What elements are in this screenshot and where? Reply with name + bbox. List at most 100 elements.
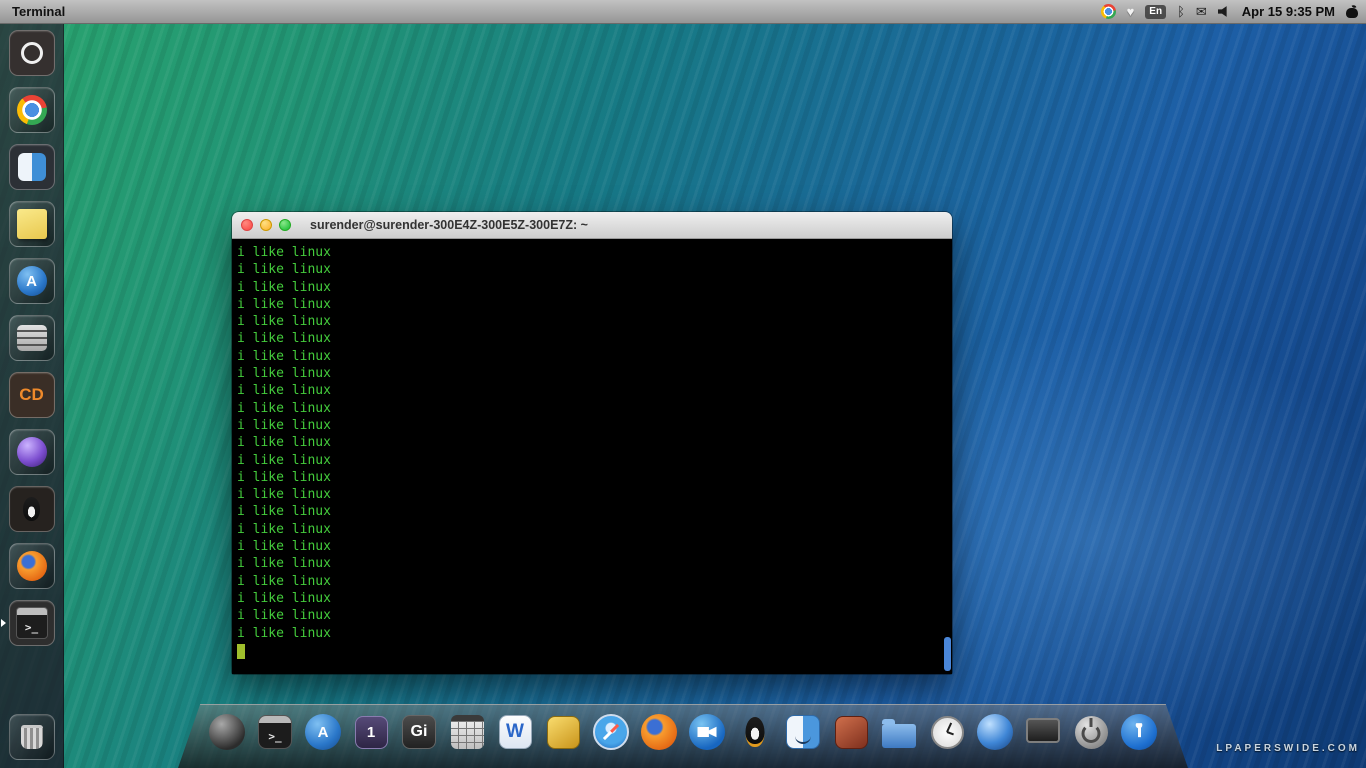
bluetooth-icon[interactable]: ᛒ [1177, 5, 1185, 18]
workspace-1-icon[interactable]: 1 [351, 709, 392, 755]
blue-sphere-icon[interactable] [975, 709, 1016, 755]
chrome-indicator-icon[interactable] [1100, 4, 1116, 19]
gimp-icon[interactable]: Gi [399, 709, 440, 755]
trash-icon[interactable] [8, 714, 55, 760]
finder-icon[interactable] [783, 709, 824, 755]
app-store-icon[interactable]: A [303, 709, 344, 755]
icon-art [786, 715, 820, 749]
finder-icon[interactable] [8, 144, 55, 190]
icon-glyph [10, 544, 54, 588]
terminal-icon[interactable]: >_ [255, 709, 296, 755]
calculator-icon[interactable] [447, 709, 488, 755]
launcher-row [0, 201, 63, 247]
mail-icon[interactable]: ✉ [1196, 5, 1207, 18]
menu-clock[interactable]: Apr 15 9:35 PM [1242, 4, 1335, 19]
terminal-line: i like linux [237, 400, 331, 416]
icon-glyph [10, 31, 54, 75]
terminal-line: i like linux [237, 573, 331, 589]
app-store-icon[interactable]: A [8, 258, 55, 304]
terminal-output[interactable]: i like linux i like linux i like linux i… [232, 239, 952, 674]
terminal-line: i like linux [237, 452, 331, 468]
icon-art [641, 714, 677, 750]
terminal-line: i like linux [237, 625, 331, 641]
maximize-button[interactable] [279, 219, 291, 231]
icon-art [546, 715, 580, 749]
accessibility-icon[interactable] [1119, 709, 1160, 755]
launcher-row [0, 429, 63, 475]
icon-art [977, 714, 1013, 750]
active-app-title[interactable]: Terminal [12, 4, 65, 19]
cd-burner-icon[interactable]: CD [8, 372, 55, 418]
terminal-line: i like linux [237, 245, 331, 260]
terminal-line: i like linux [237, 487, 331, 503]
launcher-row [0, 87, 63, 133]
dock: >_ A 1 Gi W [178, 704, 1188, 768]
launcher-row [0, 144, 63, 190]
terminal-line: i like linux [237, 296, 331, 312]
launcher-row [0, 30, 63, 76]
video-chat-icon[interactable] [687, 709, 728, 755]
icon-art [930, 715, 964, 749]
icon-art [450, 715, 484, 749]
wallpaper-watermark: LPAPERSWIDE.COM [1216, 743, 1360, 754]
minimize-button[interactable] [260, 219, 272, 231]
icon-art [354, 715, 388, 749]
purple-orb-icon[interactable] [8, 429, 55, 475]
close-button[interactable] [241, 219, 253, 231]
icon-glyph [10, 430, 54, 474]
launcher-row: CD [0, 372, 63, 418]
icon-glyph: A [26, 272, 37, 290]
icon-art [258, 715, 292, 749]
window-titlebar[interactable]: surender@surender-300E4Z-300E5Z-300E7Z: … [232, 212, 952, 239]
terminal-line: i like linux [237, 383, 331, 399]
terminal-line: i like linux [237, 469, 331, 485]
icon-art [882, 718, 916, 748]
terminal-line: i like linux [237, 608, 331, 624]
home-icon[interactable] [831, 709, 872, 755]
terminal-window: surender@surender-300E4Z-300E5Z-300E7Z: … [232, 212, 952, 674]
settings-icon[interactable] [8, 315, 55, 361]
launcher-items: A CD >_ [0, 30, 63, 646]
launcher-row [0, 315, 63, 361]
writer-icon[interactable]: W [495, 709, 536, 755]
icon-art [689, 714, 725, 750]
firefox-icon[interactable] [8, 543, 55, 589]
safari-icon[interactable] [591, 709, 632, 755]
keyboard-layout-indicator[interactable]: En [1145, 4, 1167, 19]
icon-art [1074, 715, 1108, 749]
launcher-row [0, 543, 63, 589]
firefox-icon[interactable] [639, 709, 680, 755]
icon-art [593, 714, 629, 750]
display-icon[interactable] [1023, 709, 1064, 755]
icon-art [209, 714, 245, 750]
gold-app-icon[interactable] [543, 709, 584, 755]
terminal-icon[interactable]: >_ [8, 600, 55, 646]
menu-bar: Terminal ♥ En ᛒ ✉ Apr 15 9:35 PM [0, 0, 1366, 24]
apple-icon[interactable] [207, 709, 248, 755]
clock-icon[interactable] [927, 709, 968, 755]
icon-art [1026, 717, 1060, 743]
chrome-icon[interactable] [8, 87, 55, 133]
icon-art [1121, 714, 1157, 750]
icon-art [20, 725, 43, 749]
dash-home-icon[interactable] [8, 30, 55, 76]
icon-glyph [735, 709, 776, 755]
icon-art [498, 715, 532, 749]
scrollbar-thumb[interactable] [944, 637, 951, 671]
dock-icons: >_ A 1 Gi W [178, 709, 1188, 755]
heart-indicator-icon[interactable]: ♥ [1127, 5, 1135, 18]
tux-penguin-icon[interactable] [735, 709, 776, 755]
terminal-line: i like linux [237, 435, 331, 451]
launcher-row: A [0, 258, 63, 304]
folder-icon[interactable] [879, 709, 920, 755]
sticky-notes-icon[interactable] [8, 201, 55, 247]
volume-icon[interactable] [1217, 6, 1227, 17]
icon-glyph [10, 145, 54, 189]
power-icon[interactable] [1071, 709, 1112, 755]
launcher-row [0, 714, 63, 760]
icon-art [305, 714, 341, 750]
icon-glyph [10, 88, 54, 132]
tux-penguin-icon[interactable] [8, 486, 55, 532]
apple-menu-icon[interactable] [1346, 5, 1358, 18]
terminal-line: i like linux [237, 279, 331, 295]
